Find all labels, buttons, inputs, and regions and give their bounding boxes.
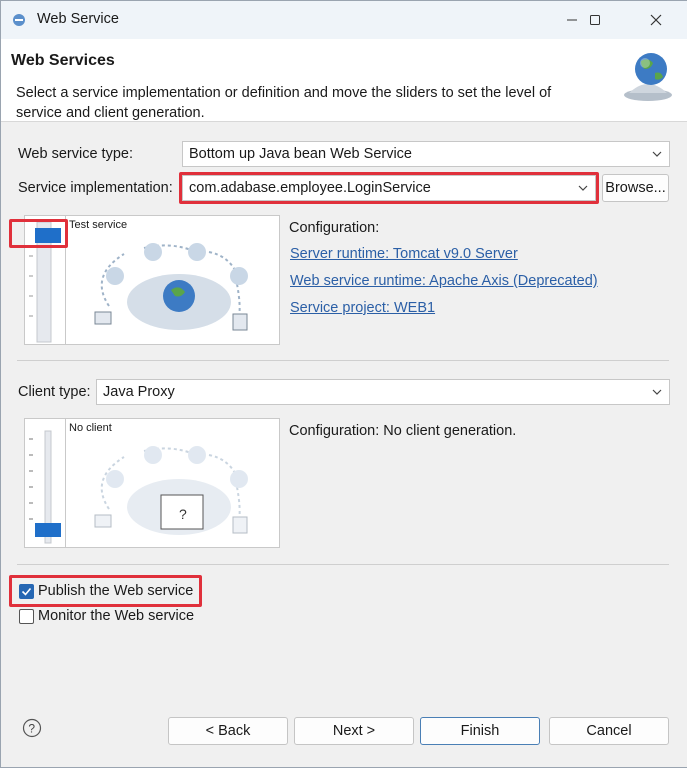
web-service-globe-icon [624, 53, 672, 101]
wizard-footer: ? < Back Next > Finish Cancel [1, 717, 687, 767]
separator [17, 564, 669, 565]
close-icon [650, 14, 662, 26]
separator [17, 360, 669, 361]
service-configuration-label: Configuration: [289, 220, 380, 236]
cancel-button[interactable]: Cancel [549, 717, 669, 745]
client-level-slider[interactable] [25, 419, 66, 547]
no-client-caption: No client [69, 422, 112, 434]
client-type-label: Client type: [18, 384, 91, 400]
web-service-type-value: Bottom up Java bean Web Service [189, 146, 412, 162]
back-button[interactable]: < Back [168, 717, 288, 745]
title-bar: Web Service [1, 1, 687, 39]
wizard-body: Web service type: Bottom up Java bean We… [1, 122, 687, 717]
client-configuration-text: Configuration: No client generation. [289, 423, 517, 439]
chevron-down-icon [652, 151, 662, 157]
cancel-button-label: Cancel [586, 723, 632, 739]
web-service-runtime-link[interactable]: Web service runtime: Apache Axis (Deprec… [290, 273, 598, 289]
publish-highlight [9, 575, 202, 607]
service-slider-highlight [9, 219, 68, 248]
close-button[interactable] [633, 1, 679, 39]
next-button-label: Next > [332, 723, 376, 739]
finish-button-label: Finish [460, 723, 500, 739]
client-level-panel: No client ? [24, 418, 280, 548]
monitor-web-service-checkbox[interactable] [19, 609, 34, 624]
web-service-dialog: Web Service Web Services Select a servic… [0, 0, 687, 768]
svg-text:?: ? [28, 722, 35, 736]
app-icon [13, 14, 25, 26]
web-service-type-combo[interactable]: Bottom up Java bean Web Service [182, 141, 670, 167]
service-implementation-label: Service implementation: [18, 180, 173, 196]
browse-button[interactable]: Browse... [602, 174, 669, 202]
finish-button[interactable]: Finish [420, 717, 540, 745]
next-button[interactable]: Next > [294, 717, 414, 745]
page-description: Select a service implementation or defin… [16, 85, 552, 121]
service-lifecycle-diagram [94, 243, 248, 331]
web-service-type-label: Web service type: [18, 146, 133, 162]
slider-track [29, 430, 61, 544]
client-type-combo[interactable]: Java Proxy [96, 379, 670, 405]
client-type-value: Java Proxy [103, 384, 175, 400]
service-implementation-highlight [179, 172, 599, 204]
maximize-button[interactable] [572, 1, 618, 39]
back-button-label: < Back [205, 723, 251, 739]
window-title: Web Service [37, 11, 119, 27]
browse-button-label: Browse... [605, 180, 666, 196]
maximize-icon [590, 15, 600, 25]
page-title: Web Services [11, 52, 115, 69]
wizard-header: Web Services Select a service implementa… [1, 39, 687, 122]
chevron-down-icon [652, 389, 662, 395]
monitor-web-service-label[interactable]: Monitor the Web service [38, 608, 194, 624]
test-service-caption: Test service [69, 219, 128, 231]
svg-text:?: ? [179, 506, 187, 522]
client-lifecycle-diagram: ? [94, 446, 248, 535]
help-icon[interactable]: ? [22, 718, 42, 738]
service-project-link[interactable]: Service project: WEB1 [290, 300, 435, 316]
server-runtime-link[interactable]: Server runtime: Tomcat v9.0 Server [290, 246, 518, 262]
